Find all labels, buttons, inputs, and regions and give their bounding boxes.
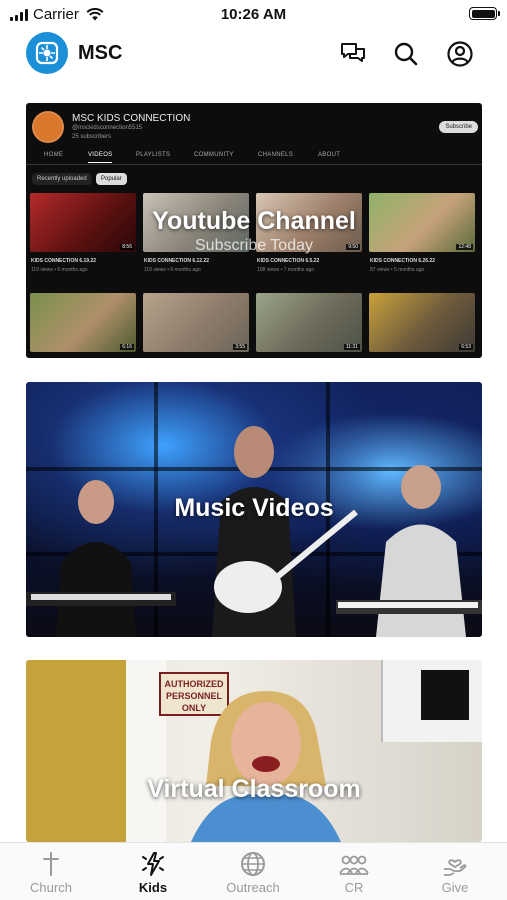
cross-icon — [43, 852, 59, 876]
video-thumbnail: 11:31 — [256, 293, 362, 352]
bottom-tab-bar: Church Kids Outreach CR Give — [0, 842, 507, 900]
youtube-channel-card[interactable]: MSC KIDS CONNECTION @msckidsconnection55… — [26, 103, 482, 358]
preview-chip-popular: Popular — [96, 173, 127, 185]
msc-logo-icon[interactable] — [26, 32, 68, 74]
tab-outreach[interactable]: Outreach — [213, 851, 293, 895]
preview-tab-channels: CHANNELS — [258, 152, 294, 158]
tab-give[interactable]: Give — [415, 851, 495, 895]
preview-tab-videos: VIDEOS — [88, 152, 113, 163]
virtual-classroom-card[interactable]: AUTHORIZED PERSONNEL ONLY Virtual Classr… — [26, 660, 482, 842]
video-title: KIDS CONNECTION 6.26.22 — [370, 258, 436, 264]
video-duration: 6:16 — [120, 344, 134, 350]
search-icon[interactable] — [392, 40, 420, 68]
channel-name: MSC KIDS CONNECTION — [72, 113, 191, 124]
app-header: MSC — [0, 32, 507, 76]
group-icon — [339, 855, 369, 875]
preview-tab-strip: HOME VIDEOS PLAYLISTS COMMUNITY CHANNELS… — [26, 147, 482, 165]
account-icon[interactable] — [446, 40, 474, 68]
video-thumbnail: 6:53 — [369, 293, 475, 352]
teacher-illustration — [191, 691, 341, 842]
tab-church[interactable]: Church — [11, 851, 91, 895]
give-hand-icon — [444, 859, 467, 876]
tab-kids[interactable]: Kids — [113, 851, 193, 895]
kids-icon — [142, 852, 164, 876]
preview-subscribe-button: Subscribe — [439, 121, 478, 133]
tab-outreach-label: Outreach — [226, 880, 280, 895]
tab-church-label: Church — [30, 880, 72, 895]
video-duration: 3:55 — [233, 344, 247, 350]
video-title: KIDS CONNECTION 6.19.22 — [31, 258, 97, 264]
channel-handle: @msckidsconnection5515 — [72, 125, 143, 131]
video-title: KIDS CONNECTION 6.5.22 — [257, 258, 320, 264]
globe-icon — [241, 852, 265, 876]
video-meta: 87 views • 5 months ago — [370, 267, 425, 273]
youtube-card-title: Youtube Channel — [152, 207, 356, 235]
app-title: MSC — [78, 42, 123, 64]
chat-icon[interactable] — [339, 40, 367, 68]
video-duration: 11:31 — [343, 344, 360, 350]
preview-tab-community: COMMUNITY — [194, 152, 234, 158]
music-videos-card[interactable]: Music Videos — [26, 382, 482, 637]
status-bar: Carrier 10:26 AM — [0, 0, 507, 30]
battery-icon — [469, 7, 500, 20]
video-meta: 110 views • 6 months ago — [144, 267, 201, 273]
youtube-card-subtitle: Subscribe Today — [195, 237, 313, 254]
tab-cr-label: CR — [344, 880, 364, 895]
preview-tab-about: ABOUT — [318, 152, 341, 158]
preview-chip-recent: Recently uploaded — [32, 173, 92, 185]
channel-avatar — [32, 111, 64, 143]
video-thumbnail: 3:55 — [143, 293, 249, 352]
tab-give-label: Give — [441, 880, 469, 895]
preview-tab-playlists: PLAYLISTS — [136, 152, 171, 158]
light-fixture — [421, 670, 469, 720]
tab-kids-label: Kids — [138, 880, 168, 895]
music-card-title: Music Videos — [174, 494, 334, 522]
video-meta: 108 views • 7 months ago — [257, 267, 315, 273]
video-duration: 6:53 — [459, 344, 473, 350]
channel-subscribers: 25 subscribers — [72, 134, 112, 140]
preview-tab-home: HOME — [44, 152, 64, 158]
status-time: 10:26 AM — [220, 6, 287, 23]
video-title: KIDS CONNECTION 6.12.22 — [144, 258, 210, 264]
tab-cr[interactable]: CR — [314, 851, 394, 895]
classroom-card-title: Virtual Classroom — [147, 775, 361, 803]
video-meta: 119 views • 6 months ago — [31, 267, 88, 273]
video-thumbnail: 6:16 — [30, 293, 136, 352]
